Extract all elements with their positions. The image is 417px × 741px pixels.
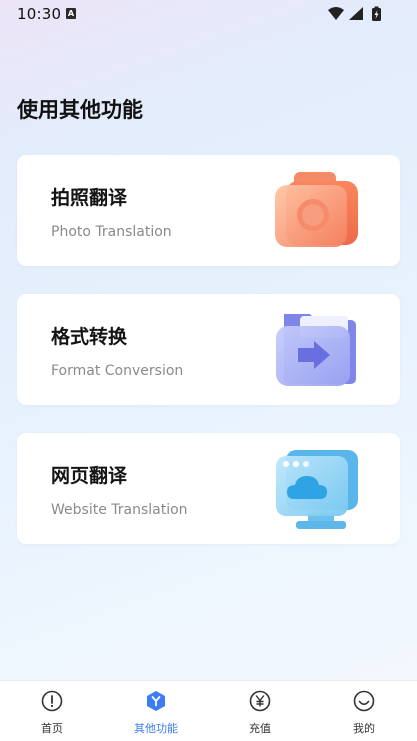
cloud-monitor-icon <box>276 450 358 529</box>
notification-a-icon: A <box>66 8 76 19</box>
wifi-icon <box>328 7 344 20</box>
yen-coin-icon <box>249 690 271 712</box>
page-title: 使用其他功能 <box>17 98 143 122</box>
photo-translation-card[interactable]: 拍照翻译 Photo Translation <box>17 155 400 266</box>
card-title: 拍照翻译 <box>51 187 128 209</box>
status-icons <box>327 6 387 22</box>
card-subtitle: Format Conversion <box>51 363 184 379</box>
tab-label: 充值 <box>249 722 271 735</box>
hexagon-y-icon <box>147 691 165 711</box>
tab-label: 我的 <box>353 722 375 735</box>
card-title: 格式转换 <box>51 326 128 348</box>
card-subtitle: Photo Translation <box>51 224 172 240</box>
bottom-tab-bar: 首页 其他功能 充值 我的 <box>0 680 417 741</box>
tab-other-features[interactable]: 其他功能 <box>104 681 208 741</box>
smiley-face-icon <box>353 690 375 712</box>
home-info-icon <box>41 690 63 712</box>
format-conversion-card[interactable]: 格式转换 Format Conversion <box>17 294 400 405</box>
folder-arrow-icon <box>276 314 356 386</box>
status-time: 10:30 <box>17 5 62 23</box>
camera-icon <box>275 172 358 247</box>
card-subtitle: Website Translation <box>51 502 188 518</box>
cellular-signal-icon <box>349 7 363 20</box>
status-bar: 10:30 A <box>0 0 417 30</box>
tab-label: 首页 <box>41 722 63 735</box>
tab-mine[interactable]: 我的 <box>312 681 416 741</box>
tab-label: 其他功能 <box>134 722 178 735</box>
tab-recharge[interactable]: 充值 <box>208 681 312 741</box>
battery-charging-icon <box>372 6 381 21</box>
card-title: 网页翻译 <box>51 465 128 487</box>
website-translation-card[interactable]: 网页翻译 Website Translation <box>17 433 400 544</box>
tab-home[interactable]: 首页 <box>0 681 104 741</box>
